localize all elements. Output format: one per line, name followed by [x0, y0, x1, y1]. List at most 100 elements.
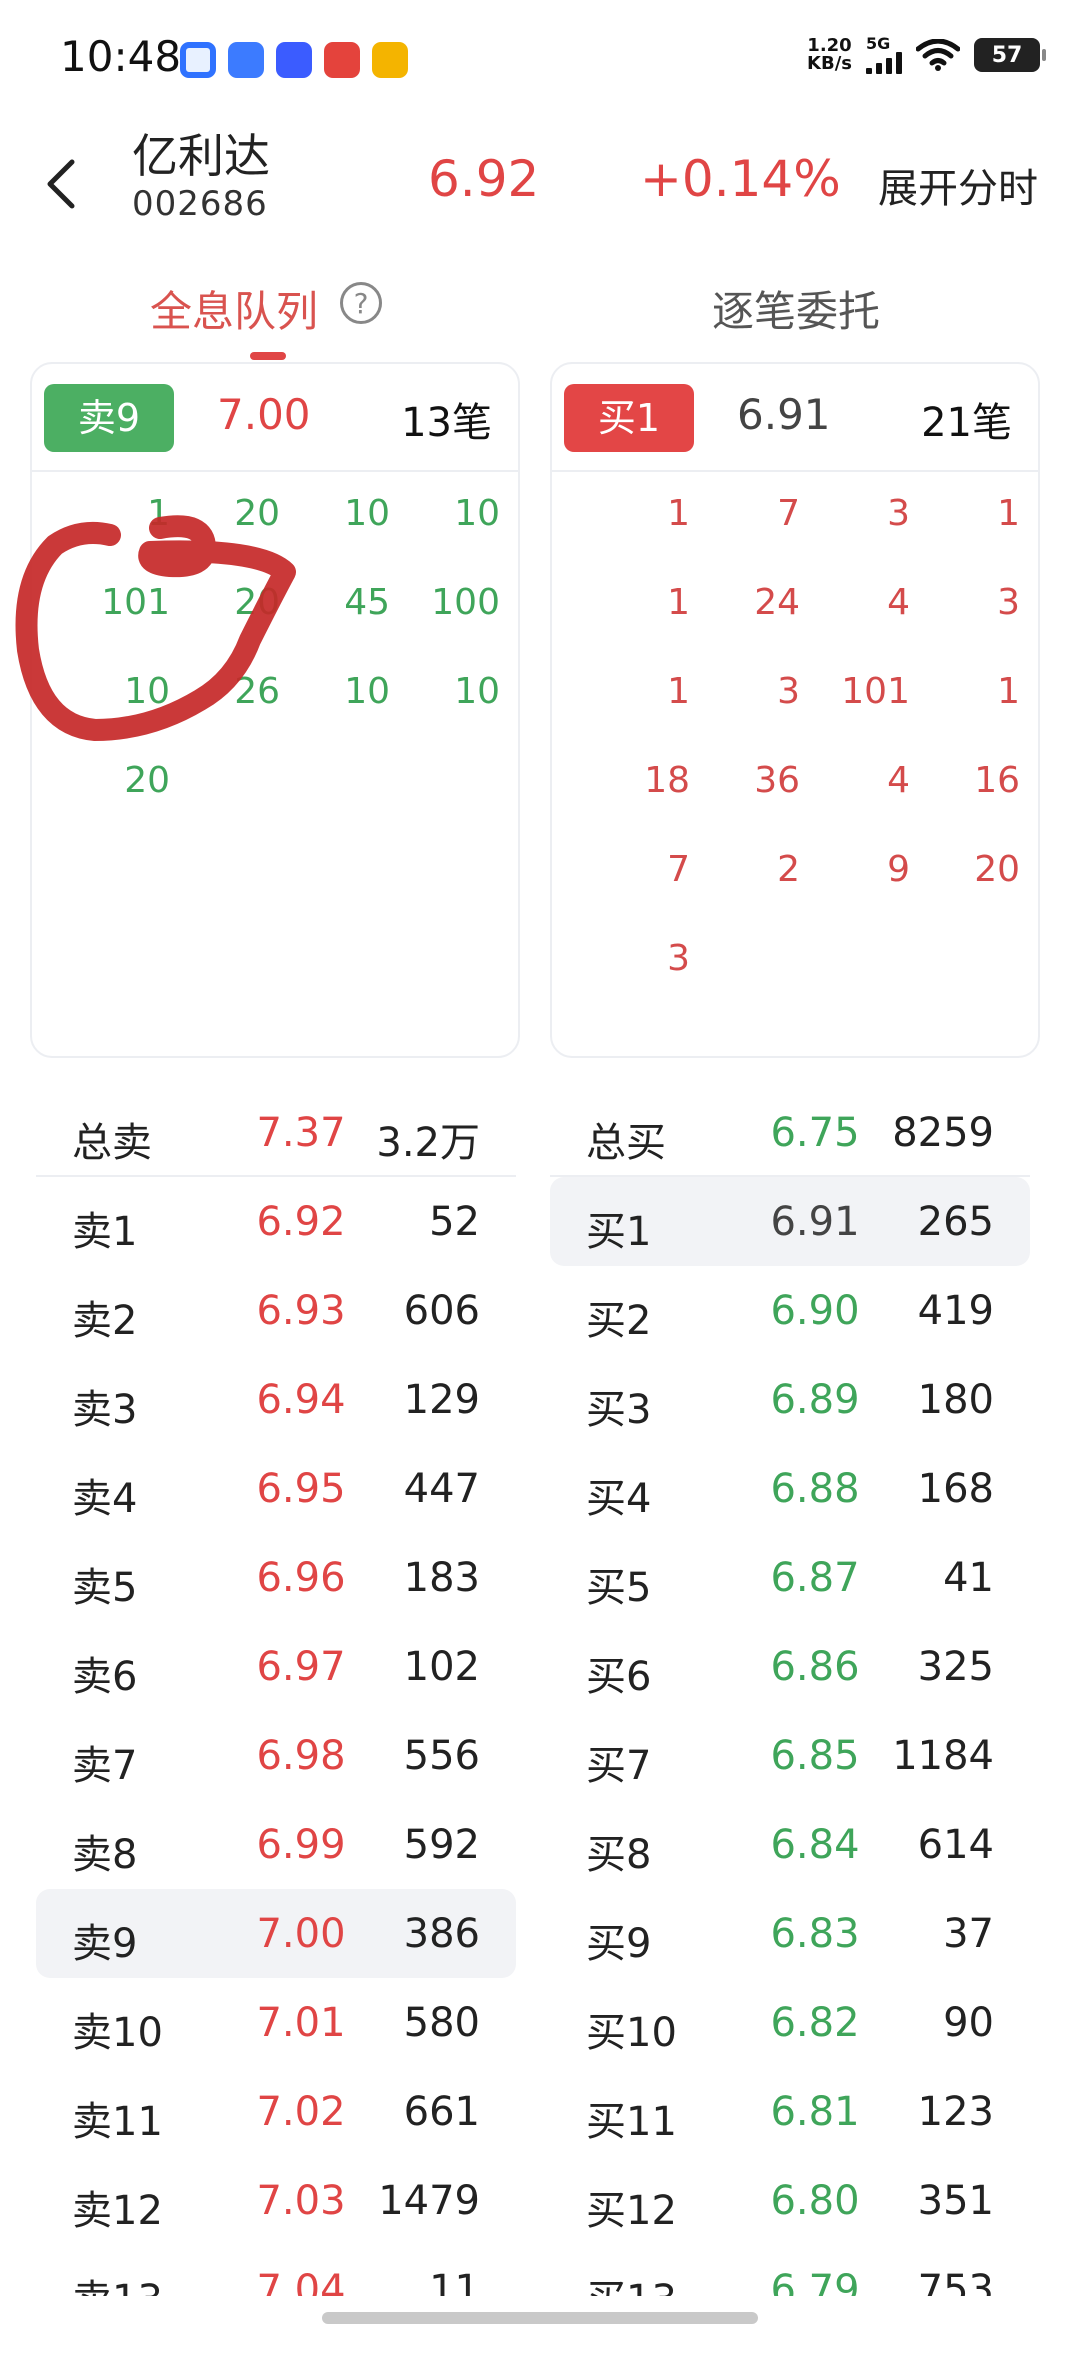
- sell-level-volume: 52: [429, 1199, 480, 1245]
- sell-book-row[interactable]: 卖8 6.99 592: [36, 1800, 516, 1889]
- queue-order-size: 10: [344, 493, 390, 534]
- sell-book-row[interactable]: 卖10 7.01 580: [36, 1978, 516, 2067]
- active-tab-indicator: [250, 352, 286, 360]
- sell-level-price: 6.97: [256, 1644, 346, 1690]
- sell-book-row[interactable]: 卖6 6.97 102: [36, 1622, 516, 1711]
- sell-level-volume: 129: [403, 1377, 480, 1423]
- queue-order-size: 24: [754, 582, 800, 623]
- buy-level-volume: 325: [917, 1644, 994, 1690]
- buy-book-row[interactable]: 买9 6.83 37: [550, 1889, 1030, 1978]
- sell-level-volume: 661: [403, 2089, 480, 2135]
- sell-book-row[interactable]: 卖7 6.98 556: [36, 1711, 516, 1800]
- sell-level-label: 卖9: [72, 1921, 138, 1967]
- sell-book-row[interactable]: 卖2 6.93 606: [36, 1266, 516, 1355]
- tab-full-queue[interactable]: 全息队列: [150, 278, 318, 339]
- buy-level-price: 6.89: [770, 1377, 860, 1423]
- sell-book-row[interactable]: 卖3 6.94 129: [36, 1355, 516, 1444]
- buy-level-volume: 351: [917, 2178, 994, 2224]
- buy-book-row[interactable]: 买12 6.80 351: [550, 2156, 1030, 2245]
- sell-level-label: 卖12: [72, 2188, 163, 2234]
- sell-level-price: 7.37: [256, 1110, 346, 1156]
- sell-level-label: 卖11: [72, 2099, 163, 2145]
- buy-book-row[interactable]: 买2 6.90 419: [550, 1266, 1030, 1355]
- buy-level-label: 总买: [586, 1120, 666, 1166]
- sell-queue-card[interactable]: 卖9 7.00 13笔 1 20 10 10 101 20 45 100 10 26 10 10 20: [30, 362, 520, 1058]
- sell-level-price: 7.02: [256, 2089, 346, 2135]
- notification-icons: [180, 42, 408, 78]
- buy-level-label: 买8: [586, 1832, 652, 1878]
- sell-book-row[interactable]: 卖4 6.95 447: [36, 1444, 516, 1533]
- buy-level-volume: 265: [917, 1199, 994, 1245]
- buy-level-price: 6.90: [770, 1288, 860, 1334]
- buy-level-volume: 753: [917, 2267, 994, 2296]
- home-indicator[interactable]: [322, 2312, 758, 2324]
- stock-header: 亿利达 002686 6.92 +0.14% 展开分时: [0, 110, 1080, 260]
- sell-level-label: 卖13: [72, 2267, 163, 2296]
- buy-level-label: 买2: [586, 1298, 652, 1344]
- buy-book-row[interactable]: 买4 6.88 168: [550, 1444, 1030, 1533]
- sell-level-label: 卖1: [72, 1209, 138, 1255]
- buy-book-row[interactable]: 买3 6.89 180: [550, 1355, 1030, 1444]
- sell-level-volume: 3.2万: [376, 1120, 480, 1166]
- sell-book-row[interactable]: 总卖 7.37 3.2万: [36, 1088, 516, 1177]
- sell-level-volume: 102: [403, 1644, 480, 1690]
- buy-level-price: 6.83: [770, 1911, 860, 1957]
- system-indicators: 1.20 KB/s 5G 57: [807, 36, 1046, 74]
- back-arrow-icon[interactable]: [42, 154, 82, 214]
- sell-level-volume: 580: [403, 2000, 480, 2046]
- queue-order-size: 36: [754, 760, 800, 801]
- sell-book-row[interactable]: 卖1 6.92 52: [36, 1177, 516, 1266]
- buy-book-row[interactable]: 买5 6.87 41: [550, 1533, 1030, 1622]
- buy-book-row[interactable]: 买1 6.91 265: [550, 1177, 1030, 1266]
- buy-queue-count: 21笔: [921, 400, 1012, 446]
- sell-level-label: 卖10: [72, 2010, 163, 2056]
- buy-book-row[interactable]: 总买 6.75 8259: [550, 1088, 1030, 1177]
- buy-level-badge[interactable]: 买1: [564, 384, 694, 452]
- buy-level-label: 买7: [586, 1743, 652, 1789]
- queue-order-size: 100: [431, 582, 500, 623]
- buy-level-label: 买9: [586, 1921, 652, 1967]
- queue-order-size: 1: [667, 582, 690, 623]
- sell-level-badge[interactable]: 卖9: [44, 384, 174, 452]
- buy-queue-orders: 1 7 3 1 1 24 4 3 1 3 101 1 18 36 4 16 7 2 9 20 3: [582, 492, 1022, 980]
- buy-level-volume: 123: [917, 2089, 994, 2135]
- sell-book-row[interactable]: 卖5 6.96 183: [36, 1533, 516, 1622]
- status-bar: 10:48 1.20 KB/s 5G 57: [0, 0, 1080, 110]
- buy-level-label: 买5: [586, 1565, 652, 1611]
- stock-name: 亿利达: [132, 129, 270, 183]
- cell-signal: 5G: [866, 36, 902, 74]
- help-icon[interactable]: ?: [340, 282, 382, 324]
- sell-level-price: 7.00: [256, 1911, 346, 1957]
- sell-queue-header: 卖9 7.00 13笔: [32, 364, 518, 472]
- sell-book-row[interactable]: 卖11 7.02 661: [36, 2067, 516, 2156]
- expand-timeshare-button[interactable]: 展开分时: [878, 156, 1038, 214]
- buy-book-row[interactable]: 买7 6.85 1184: [550, 1711, 1030, 1800]
- buy-level-price: 6.88: [770, 1466, 860, 1512]
- buy-level-volume: 41: [943, 1555, 994, 1601]
- buy-level-label: 买6: [586, 1654, 652, 1700]
- queue-order-size: 2: [777, 849, 800, 890]
- sell-level-price: 6.93: [256, 1288, 346, 1334]
- queue-order-size: 3: [887, 493, 910, 534]
- sell-book-row[interactable]: 卖13 7.04 11: [36, 2245, 516, 2296]
- buy-book-row[interactable]: 买6 6.86 325: [550, 1622, 1030, 1711]
- buy-book-row[interactable]: 买10 6.82 90: [550, 1978, 1030, 2067]
- sell-book-row[interactable]: 卖9 7.00 386: [36, 1889, 516, 1978]
- buy-book-row[interactable]: 买8 6.84 614: [550, 1800, 1030, 1889]
- queue-order-size: 20: [234, 493, 280, 534]
- sell-level-volume: 592: [403, 1822, 480, 1868]
- tab-order-by-order[interactable]: 逐笔委托: [712, 278, 880, 339]
- queue-order-size: 10: [454, 671, 500, 712]
- buy-level-volume: 1184: [892, 1733, 994, 1779]
- buy-book-row[interactable]: 买11 6.81 123: [550, 2067, 1030, 2156]
- buy-level-price: 6.85: [770, 1733, 860, 1779]
- sell-level-price: 6.95: [256, 1466, 346, 1512]
- sell-queue-orders: 1 20 10 10 101 20 45 100 10 26 10 10 20: [62, 492, 502, 802]
- sell-book-row[interactable]: 卖12 7.03 1479: [36, 2156, 516, 2245]
- buy-queue-card[interactable]: 买1 6.91 21笔 1 7 3 1 1 24 4 3 1 3 101 1 18 36 4 16 7 2 9 20 3: [550, 362, 1040, 1058]
- stock-code: 002686: [132, 184, 268, 224]
- buy-level-price: 6.87: [770, 1555, 860, 1601]
- buy-order-book: 总买 6.75 8259 买1 6.91 265 买2 6.90 419 买3 6.89 180 买4 6…: [550, 1088, 1030, 2296]
- buy-book-row[interactable]: 买13 6.79 753: [550, 2245, 1030, 2296]
- queue-order-size: 1: [147, 493, 170, 534]
